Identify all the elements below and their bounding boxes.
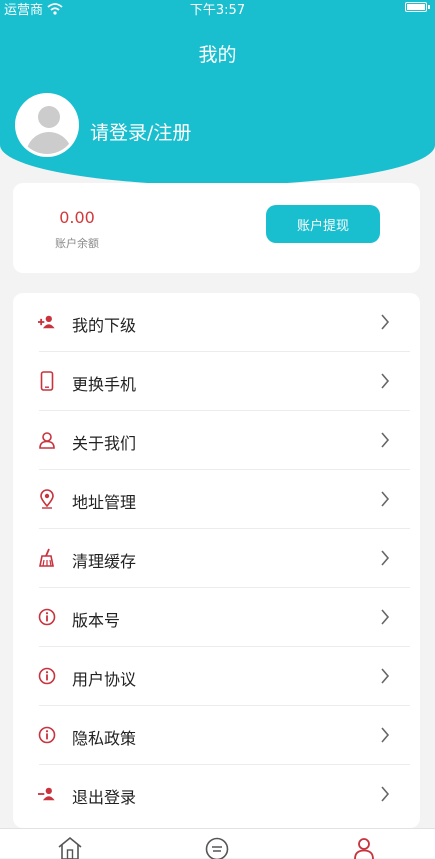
menu-item-label: 用户协议 <box>72 666 136 690</box>
menu-item-about-us[interactable]: 关于我们 <box>13 411 420 470</box>
menu-item-user-agreement[interactable]: 用户协议 <box>13 647 420 706</box>
status-bar: 运营商 下午3:57 <box>0 0 435 18</box>
location-icon <box>38 490 56 508</box>
home-icon[interactable] <box>56 835 84 859</box>
menu-list: 我的下级 更换手机 关于我们 <box>13 293 420 828</box>
add-user-icon <box>38 313 56 331</box>
phone-icon <box>38 372 56 390</box>
chevron-right-icon <box>380 490 390 508</box>
logout-user-icon <box>38 785 56 803</box>
broom-icon <box>38 549 56 567</box>
header: 运营商 下午3:57 我的 请登录/注册 <box>0 0 435 185</box>
menu-item-label: 清理缓存 <box>72 548 136 572</box>
balance-amount: 0.00 <box>13 208 141 227</box>
avatar[interactable] <box>15 93 79 157</box>
chevron-right-icon <box>380 372 390 390</box>
menu-item-label: 更换手机 <box>72 371 136 395</box>
menu-item-label: 关于我们 <box>72 430 136 454</box>
avatar-head <box>38 106 60 128</box>
info-icon <box>38 726 56 744</box>
info-icon <box>38 608 56 626</box>
avatar-body <box>26 132 72 157</box>
battery-icon <box>405 2 427 12</box>
tab-bar <box>0 828 435 858</box>
chevron-right-icon <box>380 785 390 803</box>
chevron-right-icon <box>380 608 390 626</box>
menu-item-label: 版本号 <box>72 607 120 631</box>
menu-item-clear-cache[interactable]: 清理缓存 <box>13 529 420 588</box>
menu-item-change-phone[interactable]: 更换手机 <box>13 352 420 411</box>
chevron-right-icon <box>380 431 390 449</box>
menu-item-label: 地址管理 <box>72 489 136 513</box>
chevron-right-icon <box>380 726 390 744</box>
menu-item-logout[interactable]: 退出登录 <box>13 765 420 824</box>
page-title: 我的 <box>0 40 435 67</box>
status-time: 下午3:57 <box>0 0 435 18</box>
menu-item-address-management[interactable]: 地址管理 <box>13 470 420 529</box>
profile-icon[interactable] <box>350 835 378 859</box>
person-icon <box>38 431 56 449</box>
info-icon <box>38 667 56 685</box>
menu-item-privacy-policy[interactable]: 隐私政策 <box>13 706 420 765</box>
chevron-right-icon <box>380 549 390 567</box>
message-icon[interactable] <box>203 835 231 859</box>
withdraw-button[interactable]: 账户提现 <box>266 205 380 243</box>
menu-item-label: 退出登录 <box>72 784 136 808</box>
menu-item-label: 我的下级 <box>72 312 136 336</box>
menu-item-label: 隐私政策 <box>72 725 136 749</box>
menu-item-version[interactable]: 版本号 <box>13 588 420 647</box>
chevron-right-icon <box>380 313 390 331</box>
balance-label: 账户余额 <box>13 235 141 251</box>
login-register-link[interactable]: 请登录/注册 <box>90 118 191 145</box>
balance-card: 0.00 账户余额 账户提现 <box>13 183 420 273</box>
menu-item-subordinates[interactable]: 我的下级 <box>13 293 420 352</box>
chevron-right-icon <box>380 667 390 685</box>
